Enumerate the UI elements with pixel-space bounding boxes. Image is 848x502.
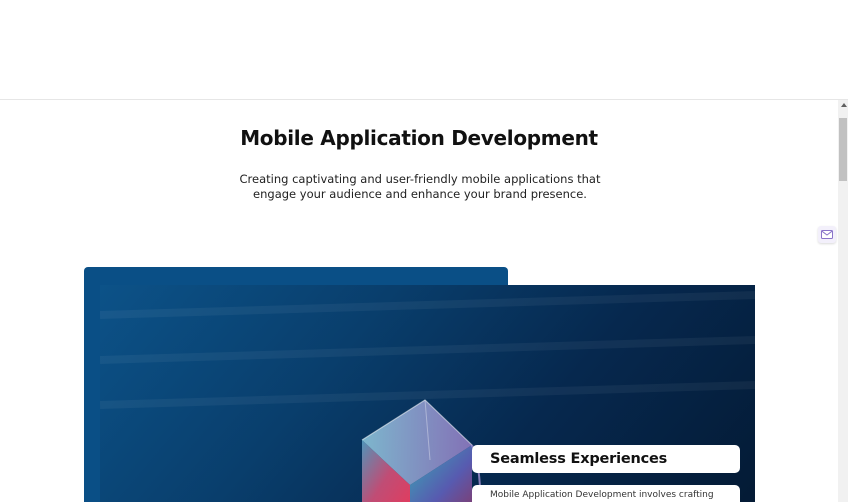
mail-icon xyxy=(821,230,833,239)
scroll-up-icon[interactable] xyxy=(841,103,847,107)
mobile-app-section: Mobile Application Development Creating … xyxy=(0,100,838,502)
top-header-area xyxy=(0,0,848,99)
section-title: Mobile Application Development xyxy=(240,126,598,150)
scrollbar-thumb[interactable] xyxy=(839,118,847,181)
section-description: Creating captivating and user-friendly m… xyxy=(239,172,601,201)
feature-card-body: Mobile Application Development involves … xyxy=(472,485,740,502)
floating-mail-widget[interactable] xyxy=(818,226,836,243)
feature-card-title: Seamless Experiences xyxy=(472,445,740,473)
